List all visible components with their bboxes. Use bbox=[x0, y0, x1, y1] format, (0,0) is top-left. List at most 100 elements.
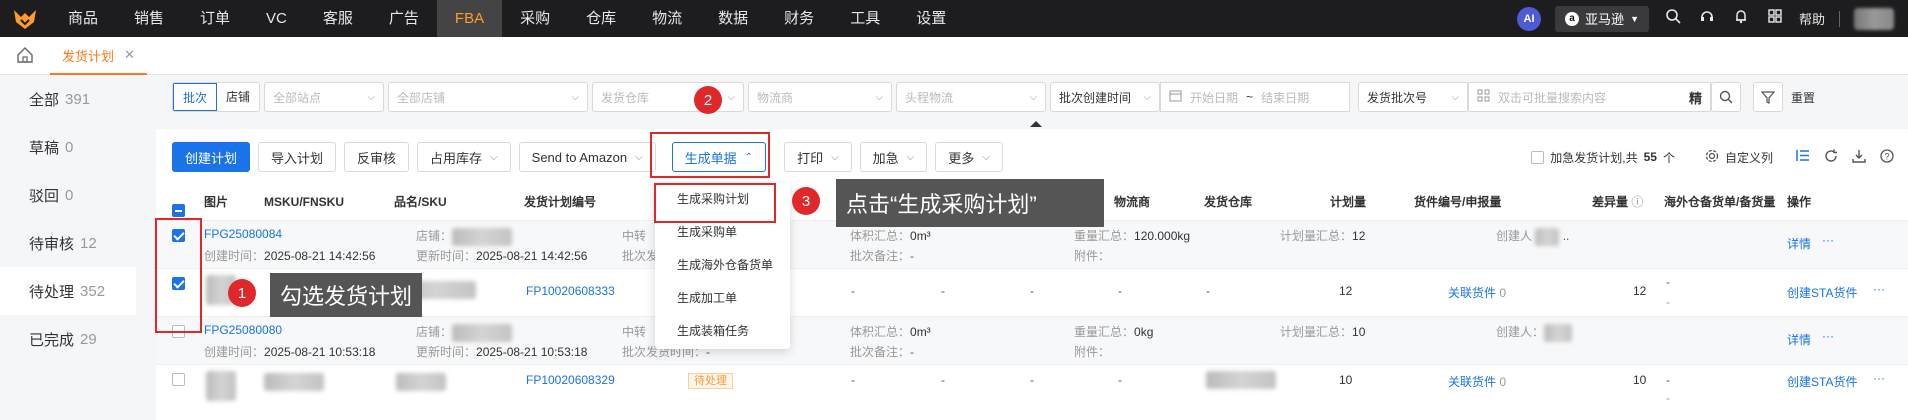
custom-columns-button[interactable]: 自定义列 bbox=[1705, 149, 1773, 166]
menu-item-3[interactable]: 生成加工单 bbox=[655, 282, 790, 315]
col-action: 操作 bbox=[1787, 195, 1812, 209]
refresh-icon[interactable] bbox=[1824, 149, 1838, 166]
import-plan-button[interactable]: 导入计划 bbox=[258, 142, 337, 172]
menu-item-4[interactable]: 生成装箱任务 bbox=[655, 315, 790, 348]
linked-shipment-link[interactable]: 关联货件 bbox=[1448, 286, 1496, 300]
nav-item-3[interactable]: VC bbox=[248, 0, 305, 37]
search-input[interactable]: 双击可批量搜索内容 精 bbox=[1468, 82, 1712, 112]
more-button[interactable]: 更多 ⌵ bbox=[935, 142, 1003, 172]
close-icon[interactable]: ✕ bbox=[124, 47, 135, 63]
sidebar-item-count: 0 bbox=[65, 186, 74, 204]
nav-item-8[interactable]: 仓库 bbox=[568, 0, 634, 37]
store-switcher[interactable]: a 亚马逊 ▼ bbox=[1555, 5, 1649, 32]
create-plan-label: 创建计划 bbox=[185, 150, 238, 166]
print-button[interactable]: 打印 ⌵ bbox=[784, 142, 852, 172]
plan-number[interactable]: FP10020608329 bbox=[526, 373, 615, 387]
row-checkbox[interactable] bbox=[172, 373, 185, 389]
nav-item-10[interactable]: 数据 bbox=[700, 0, 766, 37]
help-circle-icon[interactable]: ⓘ bbox=[1631, 195, 1643, 209]
product-image[interactable] bbox=[206, 371, 236, 401]
help-link[interactable]: 帮助 bbox=[1799, 9, 1825, 28]
nav-item-2[interactable]: 订单 bbox=[182, 0, 248, 37]
nav-item-6[interactable]: FBA bbox=[436, 0, 503, 37]
search-type-select[interactable]: 发货批次号 ⌵ bbox=[1358, 82, 1469, 112]
search-icon[interactable] bbox=[1663, 8, 1683, 29]
send-to-amazon-button[interactable]: Send to Amazon ⌵ bbox=[518, 142, 656, 172]
diff-qty: 12 bbox=[1633, 284, 1647, 298]
sidebar-item-2[interactable]: 驳回 0 bbox=[0, 171, 136, 219]
plan-total-label: 计划量汇总： bbox=[1280, 229, 1353, 243]
toggle-batch[interactable]: 批次 bbox=[173, 83, 218, 111]
volume-value: 0m³ bbox=[910, 325, 931, 339]
filter-icon[interactable] bbox=[1753, 82, 1784, 112]
svg-text:?: ? bbox=[1884, 151, 1889, 161]
help-circle-icon[interactable]: ? bbox=[1880, 148, 1894, 166]
occupy-stock-button[interactable]: 占用库存 ⌵ bbox=[417, 142, 511, 172]
site-select[interactable]: 全部站点 ⌵ bbox=[264, 82, 385, 112]
more-actions-icon[interactable]: ··· bbox=[1822, 233, 1834, 247]
creator-blurred bbox=[1535, 227, 1560, 246]
urgent-label: 加急 bbox=[872, 150, 899, 166]
linked-shipment-link[interactable]: 关联货件 bbox=[1448, 375, 1496, 389]
create-sta-shipment-link[interactable]: 创建STA货件 bbox=[1787, 373, 1857, 390]
avatar[interactable] bbox=[1854, 7, 1894, 30]
sidebar-item-0[interactable]: 全部 391 bbox=[0, 75, 136, 123]
more-actions-icon[interactable]: ··· bbox=[1873, 371, 1885, 385]
date-type-value: 批次创建时间 bbox=[1059, 90, 1132, 105]
store-select[interactable]: 全部店铺 ⌵ bbox=[388, 82, 589, 112]
col-warehouse: 发货仓库 bbox=[1204, 195, 1253, 209]
collapse-caret-icon[interactable] bbox=[1030, 121, 1042, 127]
sidebar-item-1[interactable]: 草稿 0 bbox=[0, 123, 136, 171]
nav-item-1[interactable]: 销售 bbox=[116, 0, 182, 37]
nav-item-0[interactable]: 商品 bbox=[50, 0, 116, 37]
plan-number[interactable]: FP10020608333 bbox=[526, 284, 615, 298]
urgent-checkbox[interactable] bbox=[1531, 150, 1545, 164]
ai-assistant-icon[interactable]: AI bbox=[1517, 6, 1542, 31]
batch-number[interactable]: FPG25080080 bbox=[204, 323, 282, 337]
more-actions-icon[interactable]: ··· bbox=[1822, 329, 1834, 343]
create-sta-shipment-link[interactable]: 创建STA货件 bbox=[1787, 284, 1857, 301]
unapprove-button[interactable]: 反审核 bbox=[344, 142, 410, 172]
batch-search-icon[interactable] bbox=[1477, 89, 1490, 105]
support-icon[interactable] bbox=[1697, 8, 1717, 29]
first-leg-select[interactable]: 头程物流 ⌵ bbox=[896, 82, 1047, 112]
plan-total-value: 12 bbox=[1352, 229, 1366, 243]
tab-shipping-plan[interactable]: 发货计划 ✕ bbox=[50, 37, 147, 75]
nav-item-9[interactable]: 物流 bbox=[634, 0, 700, 37]
toolbar-right: 加急发货计划,共 55 个 自定义列 ? bbox=[1531, 141, 1894, 173]
toggle-store[interactable]: 店铺 bbox=[217, 83, 259, 111]
weight-value: 120.000kg bbox=[1134, 229, 1191, 243]
nav-item-12[interactable]: 工具 bbox=[832, 0, 898, 37]
nav-item-7[interactable]: 采购 bbox=[502, 0, 568, 37]
reset-button[interactable]: 重置 bbox=[1791, 89, 1815, 106]
more-actions-icon[interactable]: ··· bbox=[1873, 282, 1885, 296]
create-plan-button[interactable]: 创建计划 bbox=[172, 142, 251, 172]
carrier-select[interactable]: 物流商 ⌵ bbox=[748, 82, 893, 112]
date-range-picker[interactable]: 开始日期 ~ 结束日期 bbox=[1160, 82, 1351, 112]
sidebar-item-5[interactable]: 已完成 29 bbox=[0, 315, 136, 363]
precise-toggle[interactable]: 精 bbox=[1689, 88, 1702, 107]
empty-cell: - bbox=[851, 373, 855, 387]
batch-number[interactable]: FPG25080084 bbox=[204, 227, 282, 241]
download-icon[interactable] bbox=[1852, 149, 1866, 166]
nav-item-11[interactable]: 财务 bbox=[766, 0, 832, 37]
nav-item-4[interactable]: 客服 bbox=[305, 0, 371, 37]
urgent-filter[interactable]: 加急发货计划,共 55 个 bbox=[1531, 149, 1675, 166]
search-button[interactable] bbox=[1711, 82, 1742, 112]
bell-icon[interactable] bbox=[1731, 8, 1751, 29]
urgent-button[interactable]: 加急 ⌵ bbox=[859, 142, 928, 172]
date-type-select[interactable]: 批次创建时间 ⌵ bbox=[1050, 82, 1161, 112]
sidebar-item-count: 352 bbox=[80, 282, 106, 300]
home-icon[interactable] bbox=[16, 46, 36, 66]
apps-grid-icon[interactable] bbox=[1765, 8, 1785, 29]
sidebar-item-3[interactable]: 待审核 12 bbox=[0, 219, 136, 267]
sidebar-item-label: 待处理 bbox=[29, 283, 75, 301]
nav-item-5[interactable]: 广告 bbox=[371, 0, 437, 37]
menu-item-2[interactable]: 生成海外仓备货单 bbox=[655, 249, 790, 282]
nav-item-13[interactable]: 设置 bbox=[898, 0, 964, 37]
detail-link[interactable]: 详情 bbox=[1787, 331, 1811, 348]
logo-icon[interactable] bbox=[0, 0, 50, 37]
density-icon[interactable] bbox=[1795, 148, 1810, 166]
sidebar-item-4[interactable]: 待处理 352 bbox=[0, 267, 136, 315]
detail-link[interactable]: 详情 bbox=[1787, 235, 1811, 252]
